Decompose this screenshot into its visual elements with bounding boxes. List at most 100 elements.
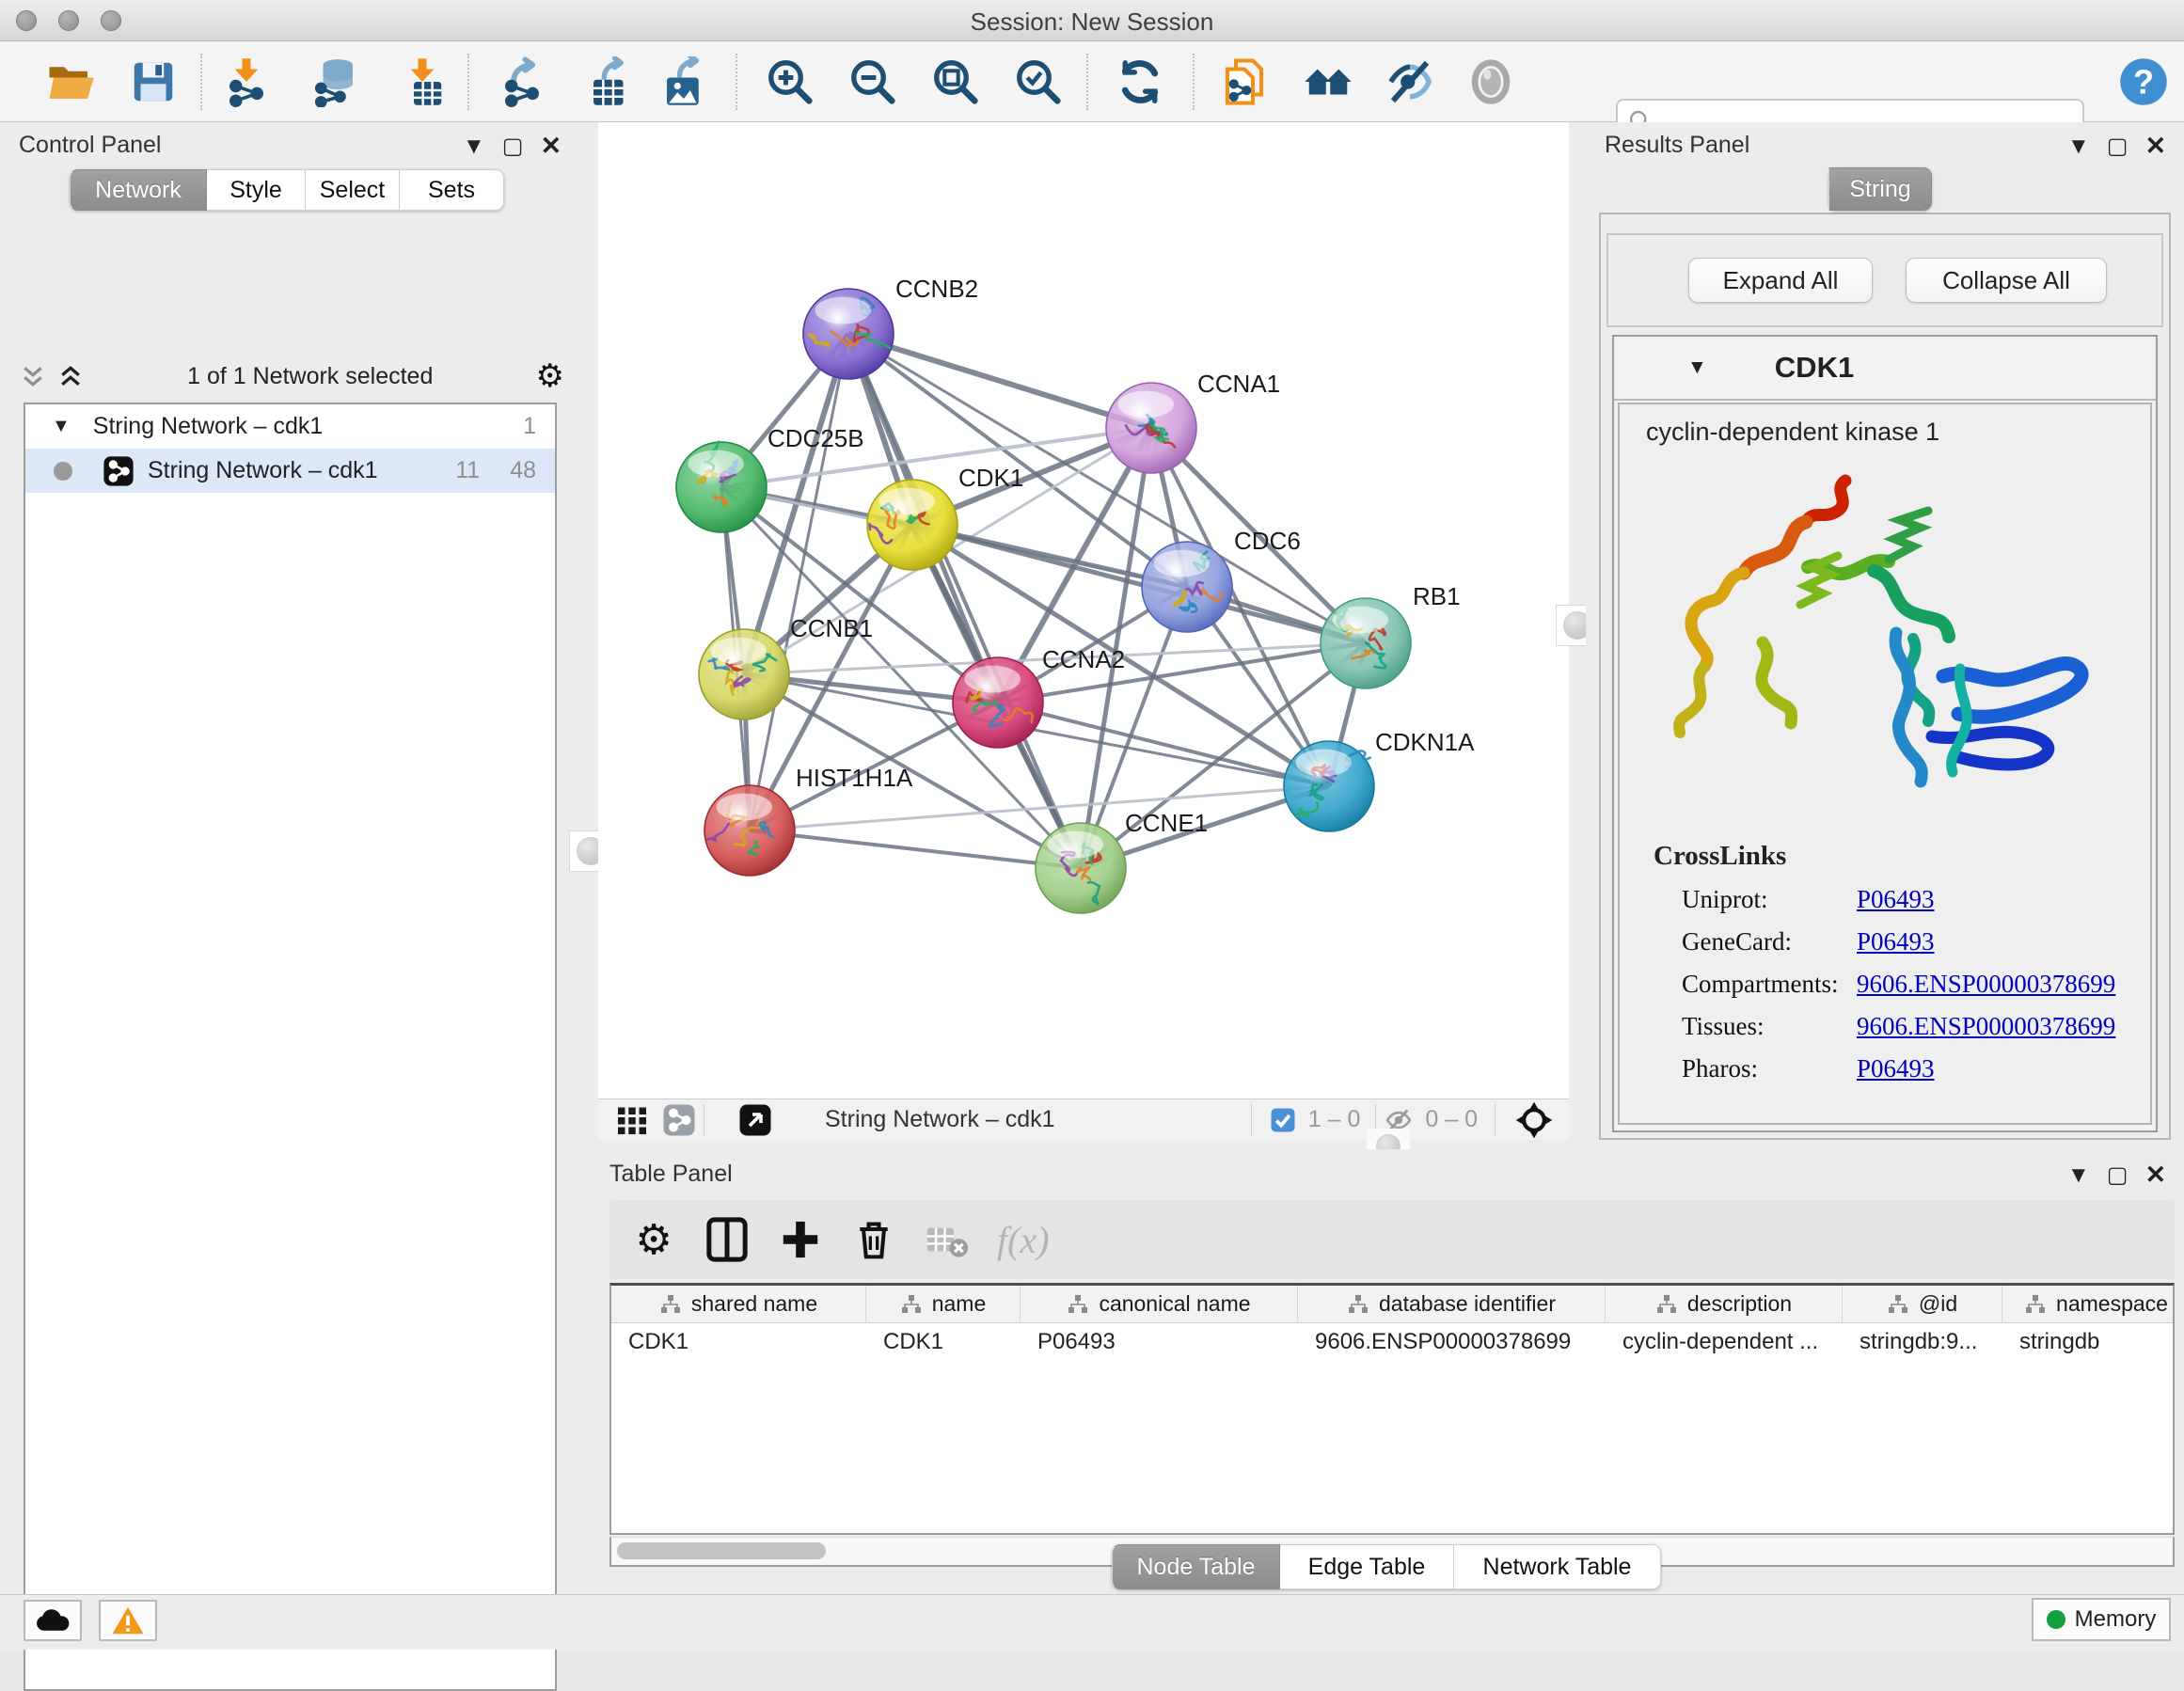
gene-entry-header[interactable]: ▼ CDK1 (1614, 337, 2156, 401)
crosslink-link[interactable]: P06493 (1857, 1054, 1935, 1083)
panel-float-icon[interactable]: ▢ (502, 133, 524, 160)
table-header: shared namenamecanonical namedatabase id… (611, 1286, 2173, 1323)
tab-select[interactable]: Select (306, 169, 400, 211)
delete-column-icon[interactable] (845, 1210, 903, 1269)
export-image-icon[interactable] (658, 56, 709, 107)
help-icon[interactable]: ? (2118, 56, 2169, 107)
import-network-file-icon[interactable] (221, 56, 272, 107)
node-CCNE1[interactable] (1036, 823, 1126, 913)
memory-button[interactable]: Memory (2032, 1598, 2171, 1641)
node-CCNB2[interactable] (803, 289, 894, 379)
tab-network[interactable]: Network (70, 169, 207, 211)
table-cell[interactable]: 9606.ENSP00000378699 (1298, 1323, 1606, 1361)
column-header-name[interactable]: name (866, 1286, 1021, 1322)
warning-icon (111, 1605, 145, 1636)
node-HIST1H1A[interactable] (704, 785, 795, 876)
expand-collapse-box: Expand All Collapse All (1606, 233, 2163, 327)
import-table-file-icon[interactable] (397, 56, 448, 107)
panel-close-icon[interactable]: ✕ (2144, 132, 2166, 161)
columns-icon[interactable] (698, 1210, 756, 1269)
crosslink-link[interactable]: 9606.ENSP00000378699 (1857, 970, 2115, 999)
network-options-gear-icon[interactable]: ⚙ (536, 357, 564, 395)
table-cell[interactable]: stringdb:9... (1843, 1323, 2002, 1361)
share-view-icon[interactable] (662, 1103, 696, 1137)
expand-all-icon[interactable] (56, 362, 85, 390)
open-in-window-icon[interactable] (738, 1103, 772, 1137)
entry-collapse-icon[interactable]: ▼ (1687, 356, 1707, 379)
tab-network-table[interactable]: Network Table (1454, 1544, 1661, 1589)
network-canvas[interactable]: CCNB2CCNA1CDC25BCDK1CDC6RB1CCNB1CCNA2CDK… (598, 122, 1569, 1098)
column-header-database-identifier[interactable]: database identifier (1298, 1286, 1606, 1322)
export-network-icon[interactable] (497, 56, 547, 107)
node-CCNB1[interactable] (699, 629, 789, 719)
column-header-shared-name[interactable]: shared name (611, 1286, 866, 1322)
column-header-namespace[interactable]: namespace (2002, 1286, 2184, 1322)
add-column-icon[interactable] (771, 1210, 830, 1269)
panel-collapse-icon[interactable]: ▼ (463, 134, 485, 160)
cloud-button[interactable] (24, 1600, 82, 1641)
delete-table-icon[interactable] (918, 1210, 976, 1269)
zoom-out-icon[interactable] (847, 56, 898, 107)
refresh-icon[interactable] (1115, 56, 1165, 107)
tab-node-table[interactable]: Node Table (1112, 1544, 1280, 1589)
table-row[interactable]: CDK1CDK1P064939606.ENSP00000378699cyclin… (611, 1323, 2173, 1361)
node-CDC25B[interactable] (676, 442, 767, 532)
table-cell[interactable]: cyclin-dependent ... (1606, 1323, 1843, 1361)
warning-button[interactable] (99, 1600, 157, 1641)
table-cell[interactable]: stringdb (2002, 1323, 2184, 1361)
birdseye-icon[interactable] (1514, 1100, 1554, 1140)
tab-edge-table[interactable]: Edge Table (1280, 1544, 1454, 1589)
grid-view-icon[interactable] (615, 1103, 649, 1137)
clone-network-icon[interactable] (1219, 56, 1270, 107)
memory-status-icon (2047, 1610, 2065, 1629)
panel-float-icon[interactable]: ▢ (2107, 1162, 2129, 1189)
node-label-CDC6: CDC6 (1234, 527, 1301, 555)
tab-sets[interactable]: Sets (400, 169, 504, 211)
home-layout-icon[interactable] (1303, 56, 1353, 107)
node-RB1[interactable] (1321, 598, 1411, 688)
zoom-in-icon[interactable] (765, 56, 815, 107)
table-hscrollbar-thumb[interactable] (617, 1542, 826, 1559)
zoom-fit-icon[interactable] (930, 56, 981, 107)
node-CCNA2[interactable] (953, 657, 1043, 748)
crosslink-link[interactable]: P06493 (1857, 885, 1935, 914)
column-header-description[interactable]: description (1606, 1286, 1843, 1322)
expand-all-button[interactable]: Expand All (1688, 258, 1873, 303)
function-builder-icon[interactable]: f(x) (997, 1210, 1050, 1269)
collapse-all-button[interactable]: Collapse All (1906, 258, 2107, 303)
crosslink-row: GeneCard:P06493 (1682, 927, 2150, 956)
tab-style[interactable]: Style (207, 169, 306, 211)
panel-close-icon[interactable]: ✕ (2144, 1161, 2166, 1190)
network-collection-row[interactable]: ▼ String Network – cdk1 1 (25, 404, 555, 449)
node-CDC6[interactable] (1142, 542, 1232, 632)
preview-icon[interactable] (1465, 56, 1516, 107)
crosslink-link[interactable]: P06493 (1857, 927, 1935, 956)
network-row-selected[interactable]: String Network – cdk1 11 48 (25, 449, 555, 493)
panel-float-icon[interactable]: ▢ (2107, 133, 2129, 160)
import-network-database-icon[interactable] (310, 56, 361, 107)
column-header-canonical-name[interactable]: canonical name (1021, 1286, 1298, 1322)
open-session-icon[interactable] (45, 56, 96, 107)
column-header-@id[interactable]: @id (1843, 1286, 2002, 1322)
panel-collapse-icon[interactable]: ▼ (2067, 1162, 2090, 1189)
collapse-all-icon[interactable] (19, 362, 47, 390)
table-cell[interactable]: CDK1 (611, 1323, 866, 1361)
panel-collapse-icon[interactable]: ▼ (2067, 134, 2090, 160)
table-cell[interactable]: CDK1 (866, 1323, 1021, 1361)
zoom-selected-icon[interactable] (1013, 56, 1064, 107)
collection-count: 1 (523, 413, 536, 440)
tree-expand-icon[interactable]: ▼ (52, 416, 71, 437)
table-cell[interactable]: P06493 (1021, 1323, 1298, 1361)
export-table-icon[interactable] (585, 56, 636, 107)
crosslink-link[interactable]: 9606.ENSP00000378699 (1857, 1012, 2115, 1041)
selected-checkbox-icon[interactable] (1269, 1106, 1297, 1134)
tab-string[interactable]: String (1828, 167, 1932, 211)
table-gear-icon[interactable]: ⚙ (625, 1210, 683, 1269)
hide-panels-icon[interactable] (1385, 56, 1435, 107)
node-CCNA1[interactable] (1106, 383, 1196, 473)
node-CDK1[interactable] (867, 480, 957, 570)
panel-close-icon[interactable]: ✕ (540, 132, 562, 161)
save-session-icon[interactable] (128, 56, 179, 107)
network-tree: ▼ String Network – cdk1 1 String Network… (24, 403, 557, 1691)
node-CDKN1A[interactable] (1284, 741, 1374, 831)
